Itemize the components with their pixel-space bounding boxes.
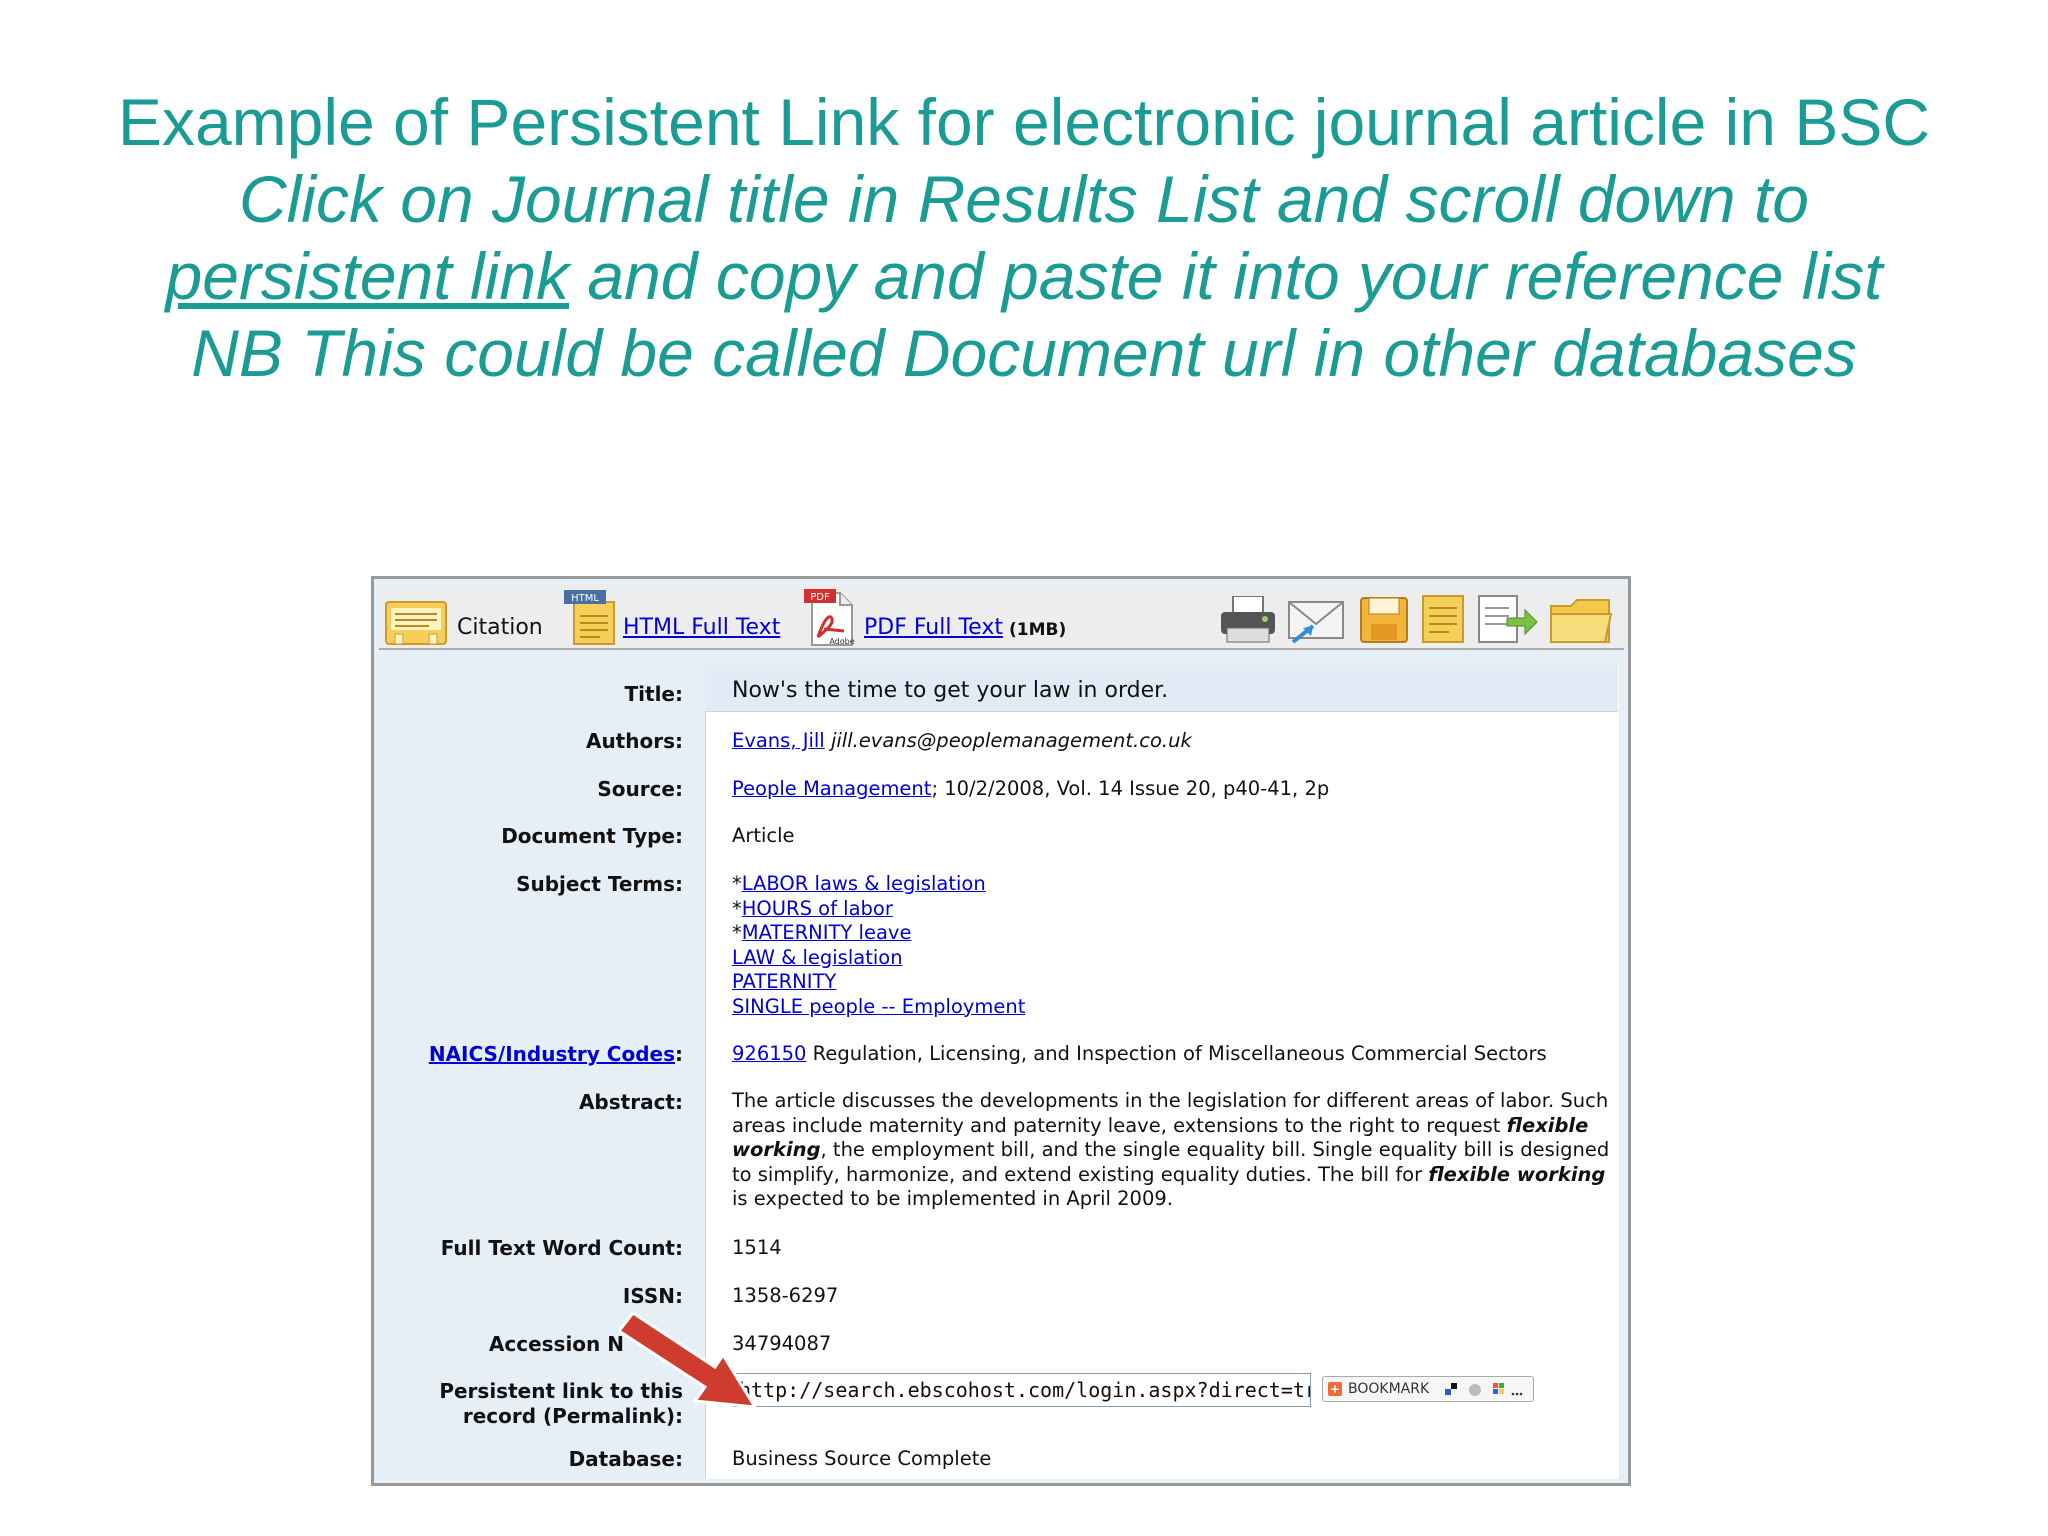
instruction-line-2: persistent link and copy and paste it in… (0, 238, 2048, 315)
naics-label: NAICS/Industry Codes: (429, 1042, 683, 1066)
html-full-text-link[interactable]: HTML Full Text (623, 584, 780, 648)
authors-value: Evans, Jill jill.evans@peoplemanagement.… (732, 729, 1192, 752)
title-label: Title: (624, 682, 683, 706)
subject-term-link[interactable]: LAW & legislation (732, 946, 903, 969)
subject-terms-list: *LABOR laws & legislation *HOURS of labo… (732, 872, 1025, 1019)
record-title: Now's the time to get your law in order. (732, 678, 1169, 703)
html-full-text-label: HTML Full Text (623, 615, 781, 640)
source-label: Source: (597, 777, 683, 801)
bookmark-button[interactable]: + BOOKMARK (1322, 1376, 1534, 1402)
pdf-full-text-link[interactable]: PDF Full Text (1MB) (864, 584, 1066, 648)
pdf-document-icon[interactable]: PDF Adobe (804, 589, 856, 647)
email-icon[interactable] (1287, 598, 1347, 644)
issn-value: 1358-6297 (732, 1284, 839, 1307)
persistent-link-text: persistent link (165, 239, 570, 313)
pdf-badge: PDF (810, 592, 830, 603)
bookmark-label: BOOKMARK (1348, 1381, 1430, 1397)
database-value: Business Source Complete (732, 1447, 992, 1470)
instruction-line-2-rest: and copy and paste it into your referenc… (569, 239, 1883, 313)
pdf-size: (1MB) (1008, 620, 1067, 640)
tab-citation[interactable]: Citation (457, 584, 543, 648)
export-icon[interactable] (1477, 594, 1539, 644)
source-details: ; 10/2/2008, Vol. 14 Issue 20, p40-41, 2… (931, 777, 1330, 800)
tab-citation-label: Citation (457, 615, 543, 640)
save-icon[interactable] (1359, 596, 1409, 644)
author-link[interactable]: Evans, Jill (732, 729, 825, 752)
subject-term-link[interactable]: MATERNITY leave (742, 921, 912, 944)
citation-icon[interactable] (385, 598, 447, 646)
slide-title: Example of Persistent Link for electroni… (0, 84, 2048, 392)
adobe-tag: Adobe (829, 637, 854, 646)
subject-term-link[interactable]: HOURS of labor (742, 897, 893, 920)
abstract-part-3: is expected to be implemented in April 2… (732, 1187, 1173, 1210)
doctype-value: Article (732, 824, 795, 847)
slide-heading: Example of Persistent Link for electroni… (117, 85, 1931, 159)
abstract-label: Abstract: (578, 1090, 683, 1114)
pdf-full-text-label: PDF Full Text (864, 615, 1003, 640)
pointer-arrow-icon (619, 1310, 758, 1409)
issn-label: ISSN: (622, 1284, 683, 1308)
subjects-label: Subject Terms: (516, 872, 683, 896)
cite-icon[interactable] (1421, 594, 1467, 644)
subject-term-link[interactable]: PATERNITY (732, 970, 836, 993)
naics-description: Regulation, Licensing, and Inspection of… (806, 1042, 1547, 1065)
abstract-text: The article discusses the developments i… (732, 1089, 1612, 1212)
naics-value: 926150 Regulation, Licensing, and Inspec… (732, 1042, 1547, 1065)
abstract-part-1: The article discusses the developments i… (732, 1089, 1609, 1137)
abstract-emphasis-2: flexible working (1428, 1162, 1606, 1186)
instruction-note: NB This could be called Document url in … (191, 316, 1857, 390)
share-icons (1445, 1383, 1523, 1396)
html-document-icon[interactable]: HTML (564, 590, 620, 646)
folder-icon[interactable] (1549, 598, 1613, 644)
subject-term: *HOURS of labor (732, 897, 1025, 922)
record-panel: Citation HTML HTML Full Text PDF Adobe P… (371, 576, 1631, 1486)
subject-term: PATERNITY (732, 970, 1025, 995)
plus-icon: + (1328, 1382, 1342, 1396)
html-badge: HTML (571, 593, 599, 604)
naics-label-link[interactable]: NAICS/Industry Codes (429, 1042, 675, 1066)
subject-prefix: * (732, 896, 742, 920)
subject-term-link[interactable]: LABOR laws & legislation (742, 872, 986, 895)
accession-label: Accession N (488, 1332, 624, 1356)
source-link[interactable]: People Management (732, 777, 931, 800)
database-label: Database: (568, 1447, 683, 1471)
wordcount-label: Full Text Word Count: (440, 1236, 683, 1260)
subject-term: *MATERNITY leave (732, 921, 1025, 946)
naics-code-link[interactable]: 926150 (732, 1042, 806, 1065)
subject-term: *LABOR laws & legislation (732, 872, 1025, 897)
record-toolbar: Citation HTML HTML Full Text PDF Adobe P… (379, 584, 1624, 650)
doctype-label: Document Type: (501, 824, 683, 848)
source-value: People Management; 10/2/2008, Vol. 14 Is… (732, 777, 1329, 800)
subject-prefix: * (732, 872, 742, 895)
subject-prefix: * (732, 921, 742, 944)
subject-term: SINGLE people -- Employment (732, 995, 1025, 1020)
naics-colon: : (675, 1042, 683, 1066)
subject-term-link[interactable]: SINGLE people -- Employment (732, 995, 1025, 1018)
wordcount-value: 1514 (732, 1236, 782, 1259)
authors-label: Authors: (585, 729, 683, 753)
author-email: jill.evans@peoplemanagement.co.uk (830, 729, 1192, 752)
subject-term: LAW & legislation (732, 946, 1025, 971)
instruction-line-1: Click on Journal title in Results List a… (238, 162, 1810, 236)
permalink-field[interactable]: http://search.ebscohost.com/login.aspx?d… (733, 1373, 1311, 1407)
print-icon[interactable] (1219, 596, 1277, 644)
